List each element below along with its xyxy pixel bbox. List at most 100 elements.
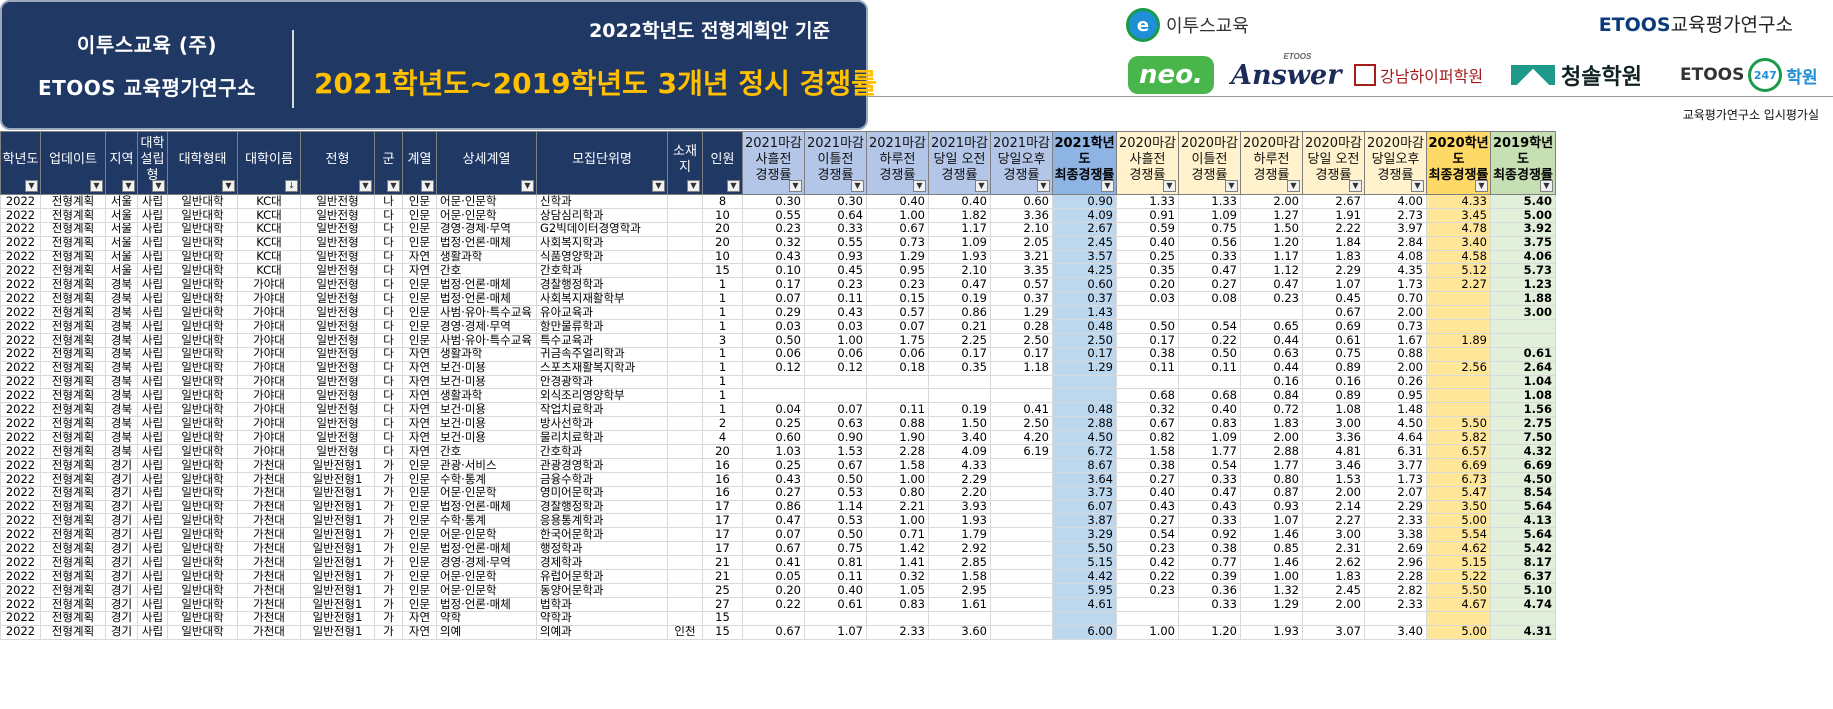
table-cell[interactable]: 0.23 [742, 221, 805, 237]
table-cell[interactable] [990, 471, 1053, 487]
table-cell[interactable]: 0.84 [1240, 388, 1303, 404]
table-cell[interactable] [804, 388, 867, 404]
table-cell[interactable]: 경제학과 [536, 555, 668, 571]
filter-dropdown-icon[interactable]: ▼ [975, 180, 988, 192]
table-cell[interactable]: 일반대학 [167, 402, 238, 418]
table-cell[interactable]: 0.32 [866, 569, 929, 584]
table-cell[interactable]: 다 [374, 360, 403, 376]
table-cell[interactable]: 전형계획 [40, 346, 106, 362]
table-cell[interactable]: 0.72 [1240, 402, 1303, 418]
table-cell[interactable]: 0.75 [1178, 221, 1241, 237]
table-cell[interactable]: 0.23 [1240, 291, 1303, 307]
table-cell[interactable]: 인문 [402, 555, 437, 571]
table-cell[interactable]: 4.61 [1052, 596, 1117, 612]
table-cell[interactable]: 행정학과 [536, 541, 668, 557]
table-cell[interactable]: 보건·미용 [436, 360, 537, 376]
table-cell[interactable]: 4.50 [1490, 471, 1556, 487]
table-cell[interactable]: 2022 [0, 374, 41, 390]
table-cell[interactable]: 전형계획 [40, 249, 106, 265]
table-cell[interactable] [667, 582, 703, 598]
table-cell[interactable]: 0.40 [1116, 485, 1179, 501]
table-cell[interactable]: 다 [374, 346, 403, 362]
table-cell[interactable]: 인문 [402, 457, 437, 473]
table-cell[interactable]: 1.89 [1426, 332, 1491, 348]
table-cell[interactable]: 인문 [402, 235, 437, 251]
table-cell[interactable]: 0.55 [804, 235, 867, 251]
table-cell[interactable]: 어문·인문학 [436, 527, 537, 543]
table-cell[interactable]: 0.65 [1240, 319, 1303, 334]
table-cell[interactable]: 다 [374, 291, 403, 307]
table-cell[interactable]: 일반대학 [167, 416, 238, 432]
table-cell[interactable]: 1.46 [1240, 555, 1303, 571]
table-cell[interactable]: 1.88 [1490, 291, 1556, 307]
table-cell[interactable]: 자연 [402, 430, 437, 446]
table-cell[interactable]: 전형계획 [40, 416, 106, 432]
table-cell[interactable] [1426, 291, 1491, 307]
table-cell[interactable]: 가천대 [237, 527, 301, 543]
table-cell[interactable]: 경영·경제·무역 [436, 555, 537, 571]
table-cell[interactable]: 0.03 [742, 319, 805, 334]
table-cell[interactable]: 가야대 [237, 332, 301, 348]
table-cell[interactable]: 6.00 [1052, 624, 1117, 640]
table-cell[interactable]: 2022 [0, 513, 41, 529]
table-cell[interactable]: 한국어문학과 [536, 527, 668, 543]
table-cell[interactable]: 인문 [402, 596, 437, 612]
table-cell[interactable]: 2022 [0, 319, 41, 334]
table-cell[interactable]: 0.17 [742, 277, 805, 293]
table-cell[interactable]: 2022 [0, 249, 41, 265]
table-cell[interactable]: 가천대 [237, 582, 301, 598]
table-cell[interactable]: 2.00 [1302, 485, 1365, 501]
table-cell[interactable]: 1 [702, 388, 743, 404]
table-cell[interactable]: 0.32 [1116, 402, 1179, 418]
table-cell[interactable]: 2022 [0, 388, 41, 404]
table-cell[interactable]: 의예 [436, 624, 537, 640]
table-cell[interactable]: 1.61 [928, 596, 991, 612]
table-cell[interactable]: 0.38 [1178, 541, 1241, 557]
table-cell[interactable]: 전형계획 [40, 499, 106, 515]
table-cell[interactable]: 법정·언론·매체 [436, 499, 537, 515]
table-cell[interactable]: 0.61 [1302, 332, 1365, 348]
table-cell[interactable]: 0.47 [742, 513, 805, 529]
table-cell[interactable]: 가천대 [237, 513, 301, 529]
table-cell[interactable]: 다 [374, 416, 403, 432]
table-cell[interactable]: 4.33 [928, 457, 991, 473]
table-cell[interactable] [667, 471, 703, 487]
table-cell[interactable] [866, 374, 929, 390]
table-cell[interactable]: 응용통계학과 [536, 513, 668, 529]
table-cell[interactable]: 경기 [105, 471, 138, 487]
table-cell[interactable]: 8.54 [1490, 485, 1556, 501]
table-cell[interactable]: 2022 [0, 569, 41, 584]
table-cell[interactable]: 0.35 [928, 360, 991, 376]
table-cell[interactable]: 1.32 [1240, 582, 1303, 598]
table-cell[interactable]: 관광경영학과 [536, 457, 668, 473]
table-cell[interactable]: 1.12 [1240, 263, 1303, 279]
table-cell[interactable]: 사립 [137, 388, 168, 404]
table-cell[interactable]: 귀금속주얼리학과 [536, 346, 668, 362]
table-cell[interactable]: 6.69 [1426, 457, 1491, 473]
table-cell[interactable]: 신학과 [536, 194, 668, 209]
table-cell[interactable]: 4.00 [1364, 194, 1427, 209]
table-cell[interactable]: 0.08 [1178, 291, 1241, 307]
table-cell[interactable]: 자연 [402, 416, 437, 432]
table-cell[interactable]: 20 [702, 235, 743, 251]
table-cell[interactable]: 나 [374, 194, 403, 209]
table-cell[interactable]: 1.07 [804, 624, 867, 640]
table-cell[interactable]: 1 [702, 319, 743, 334]
table-cell[interactable]: 2022 [0, 541, 41, 557]
table-cell[interactable]: 0.40 [928, 194, 991, 209]
table-cell[interactable]: 0.06 [804, 346, 867, 362]
table-cell[interactable]: 0.12 [742, 360, 805, 376]
table-cell[interactable]: 1.82 [928, 207, 991, 223]
filter-dropdown-icon[interactable]: ▼ [1101, 180, 1114, 192]
table-cell[interactable]: 경북 [105, 416, 138, 432]
table-cell[interactable]: 사립 [137, 499, 168, 515]
table-cell[interactable]: 일반대학 [167, 263, 238, 279]
table-cell[interactable]: 0.59 [1116, 221, 1179, 237]
table-cell[interactable]: 2.31 [1302, 541, 1365, 557]
table-cell[interactable] [667, 596, 703, 612]
table-cell[interactable]: 항만물류학과 [536, 319, 668, 334]
table-cell[interactable]: KC대 [237, 249, 301, 265]
table-cell[interactable]: 0.57 [990, 277, 1053, 293]
table-cell[interactable]: 전형계획 [40, 582, 106, 598]
table-cell[interactable]: 사립 [137, 360, 168, 376]
